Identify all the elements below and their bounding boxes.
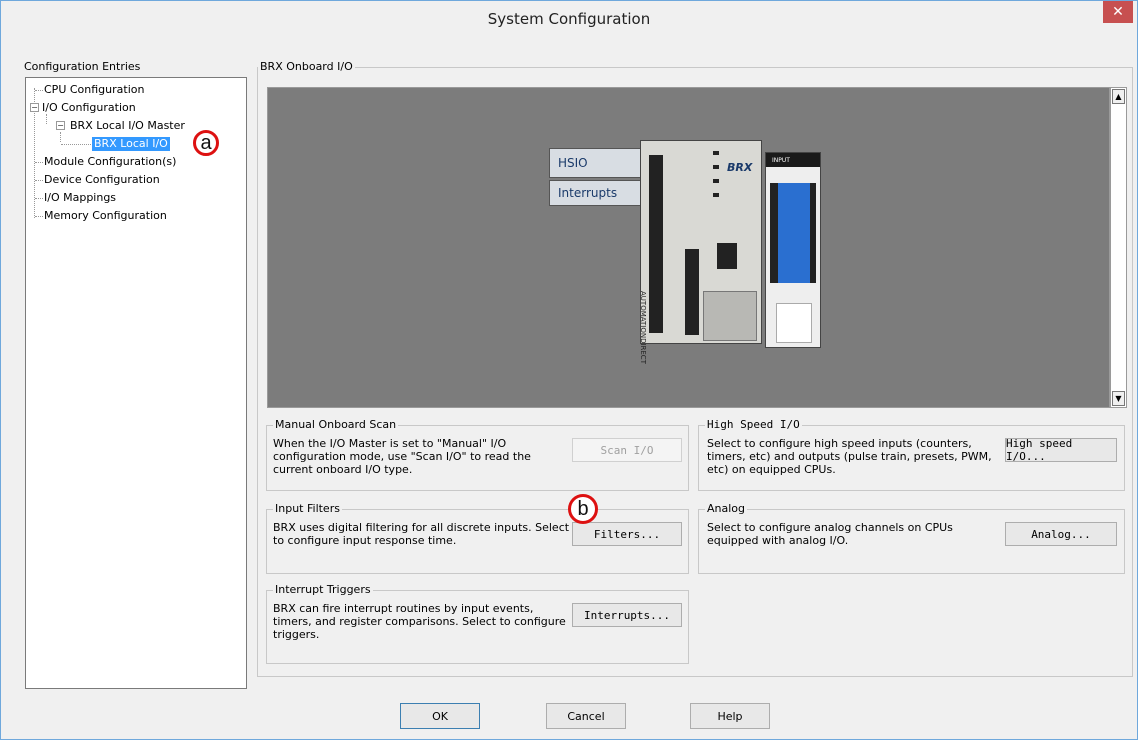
manual-onboard-scan-group: Manual Onboard Scan When the I/O Master … [266, 418, 689, 491]
close-button[interactable]: ✕ [1103, 1, 1133, 23]
tree-guide-line [46, 114, 47, 124]
tree-item-brx-local-io[interactable]: BRX Local I/O [92, 137, 170, 151]
analog-group: Analog Select to configure analog channe… [698, 502, 1125, 574]
input-filters-label: Input Filters [273, 502, 342, 515]
interrupt-triggers-group: Interrupt Triggers BRX can fire interrup… [266, 583, 689, 664]
tree-item-module-configurations[interactable]: Module Configuration(s) [44, 155, 176, 169]
terminal-strip [685, 249, 699, 335]
cancel-button[interactable]: Cancel [546, 703, 626, 729]
scan-io-button[interactable]: Scan I/O [572, 438, 682, 462]
callout-a: a [193, 130, 219, 156]
input-filters-description: BRX uses digital filtering for all discr… [273, 521, 570, 547]
status-led [713, 165, 719, 169]
brx-cpu-image: AUTOMATIONDIRECT BRX [639, 140, 762, 364]
system-configuration-dialog: System Configuration ✕ Configuration Ent… [0, 0, 1138, 740]
callout-b: b [568, 494, 598, 524]
tab-interrupts-label: Interrupts [558, 186, 618, 200]
tree-item-io-mappings[interactable]: I/O Mappings [44, 191, 116, 205]
tree-guide-line [35, 180, 43, 181]
status-led [713, 179, 719, 183]
terminal-strip [810, 183, 816, 283]
tree-guide-line [35, 90, 43, 91]
tree-item-memory-configuration[interactable]: Memory Configuration [44, 209, 167, 223]
high-speed-io-group: High Speed I/O Select to configure high … [698, 418, 1125, 491]
manual-onboard-scan-label: Manual Onboard Scan [273, 418, 399, 431]
interrupt-triggers-description: BRX can fire interrupt routines by input… [273, 602, 566, 641]
tree-item-device-configuration[interactable]: Device Configuration [44, 173, 160, 187]
manual-scan-description: When the I/O Master is set to "Manual" I… [273, 437, 531, 476]
status-led [713, 193, 719, 197]
configuration-tree[interactable]: CPU Configuration − I/O Configuration − … [25, 77, 247, 689]
tree-guide-line [35, 198, 43, 199]
interrupts-button[interactable]: Interrupts... [572, 603, 682, 627]
terminal-strip [649, 155, 663, 333]
tree-item-brx-local-io-master[interactable]: BRX Local I/O Master [70, 119, 185, 133]
brx-onboard-io-label: BRX Onboard I/O [258, 60, 355, 73]
input-module-image: INPUT [765, 152, 821, 348]
brx-logo: BRX [727, 161, 753, 174]
module-panel [776, 303, 812, 343]
window-title: System Configuration [487, 10, 651, 28]
filters-button[interactable]: Filters... [572, 522, 682, 546]
scroll-down-icon[interactable]: ▼ [1112, 391, 1125, 406]
module-header: INPUT [766, 153, 820, 167]
high-speed-description: Select to configure high speed inputs (c… [707, 437, 992, 476]
tab-interrupts[interactable]: Interrupts [549, 180, 641, 206]
tab-hsio-label: HSIO [558, 156, 588, 170]
tree-guide-line [35, 216, 43, 217]
tree-item-cpu-configuration[interactable]: CPU Configuration [44, 83, 144, 97]
ok-button[interactable]: OK [400, 703, 480, 729]
cpu-door [703, 291, 757, 341]
tree-guide-line [35, 162, 43, 163]
tree-item-io-configuration[interactable]: I/O Configuration [42, 101, 136, 115]
configuration-entries-label: Configuration Entries [23, 60, 142, 73]
viewer-scrollbar[interactable]: ▲ ▼ [1110, 87, 1127, 408]
high-speed-io-button[interactable]: High speed I/O... [1005, 437, 1117, 463]
analog-description: Select to configure analog channels on C… [707, 521, 953, 547]
help-button[interactable]: Help [690, 703, 770, 729]
tab-hsio[interactable]: HSIO [549, 148, 641, 178]
comm-port [717, 243, 737, 269]
tree-guide-line [61, 144, 91, 145]
high-speed-io-label: High Speed I/O [705, 418, 802, 431]
collapse-icon[interactable]: − [56, 121, 65, 130]
onboard-io-viewer[interactable]: HSIO Interrupts AUTOMATIONDIRECT BRX INP… [267, 87, 1110, 408]
terminal-strip [770, 183, 778, 283]
status-led [713, 151, 719, 155]
tree-guide-line [60, 132, 61, 142]
scroll-up-icon[interactable]: ▲ [1112, 89, 1125, 104]
analog-button[interactable]: Analog... [1005, 522, 1117, 546]
input-filters-group: Input Filters BRX uses digital filtering… [266, 502, 689, 574]
terminal-strip [774, 183, 810, 283]
analog-label: Analog [705, 502, 748, 515]
collapse-icon[interactable]: − [30, 103, 39, 112]
title-bar[interactable]: System Configuration [1, 1, 1137, 37]
brand-text: AUTOMATIONDIRECT [639, 291, 647, 364]
interrupt-triggers-label: Interrupt Triggers [273, 583, 373, 596]
module-label: INPUT [772, 156, 790, 164]
